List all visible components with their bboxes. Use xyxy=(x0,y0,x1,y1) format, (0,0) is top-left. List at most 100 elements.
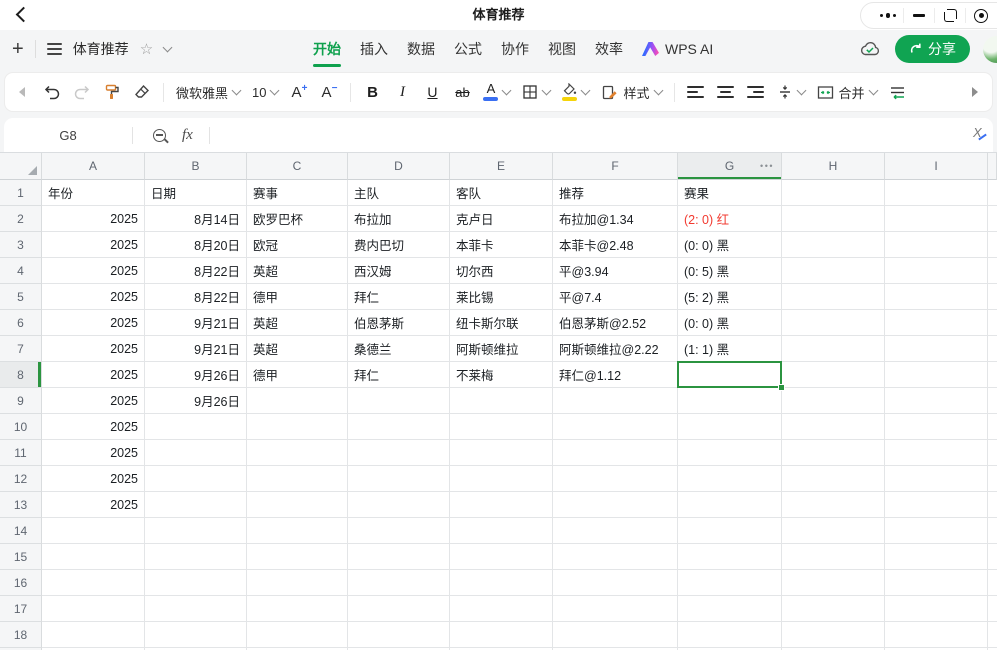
cell-A3[interactable]: 2025 xyxy=(42,232,145,258)
cell-D3[interactable]: 费内巴切 xyxy=(348,232,450,258)
cell-x14[interactable] xyxy=(988,518,997,544)
cell-C12[interactable] xyxy=(247,466,348,492)
cell-D8[interactable]: 拜仁 xyxy=(348,362,450,388)
cell-E11[interactable] xyxy=(450,440,553,466)
cell-C2[interactable]: 欧罗巴杯 xyxy=(247,206,348,232)
cell-C14[interactable] xyxy=(247,518,348,544)
cell-G11[interactable] xyxy=(678,440,782,466)
cell-G3[interactable]: (0: 0) 黑 xyxy=(678,232,782,258)
row-header-17[interactable]: 17 xyxy=(0,596,42,622)
insert-function-button[interactable]: fx xyxy=(182,127,193,144)
column-header-A[interactable]: A xyxy=(42,153,145,180)
cell-x9[interactable] xyxy=(988,388,997,414)
menu-tab-formula[interactable]: 公式 xyxy=(454,30,482,68)
cell-C13[interactable] xyxy=(247,492,348,518)
cell-x2[interactable] xyxy=(988,206,997,232)
cell-H1[interactable] xyxy=(782,180,885,206)
cell-B18[interactable] xyxy=(145,622,247,648)
cell-G7[interactable]: (1: 1) 黑 xyxy=(678,336,782,362)
cell-D10[interactable] xyxy=(348,414,450,440)
cell-F7[interactable]: 阿斯顿维拉@2.22 xyxy=(553,336,678,362)
cell-H7[interactable] xyxy=(782,336,885,362)
cell-D18[interactable] xyxy=(348,622,450,648)
row-header-18[interactable]: 18 xyxy=(0,622,42,648)
menu-tab-insert[interactable]: 插入 xyxy=(360,30,388,68)
menu-tab-collaborate[interactable]: 协作 xyxy=(501,30,529,68)
strikethrough-button[interactable]: ab xyxy=(453,78,471,106)
cell-A11[interactable]: 2025 xyxy=(42,440,145,466)
cell-x11[interactable] xyxy=(988,440,997,466)
cell-F13[interactable] xyxy=(553,492,678,518)
cell-B8[interactable]: 9月26日 xyxy=(145,362,247,388)
cell-G10[interactable] xyxy=(678,414,782,440)
cell-H17[interactable] xyxy=(782,596,885,622)
cell-H13[interactable] xyxy=(782,492,885,518)
cell-I3[interactable] xyxy=(885,232,988,258)
user-avatar[interactable] xyxy=(983,36,997,63)
menu-tab-data[interactable]: 数据 xyxy=(407,30,435,68)
cell-G8[interactable] xyxy=(678,362,782,388)
close-button[interactable] xyxy=(966,6,996,26)
menu-tab-efficiency[interactable]: 效率 xyxy=(595,30,623,68)
cell-D9[interactable] xyxy=(348,388,450,414)
cell-E13[interactable] xyxy=(450,492,553,518)
cell-E18[interactable] xyxy=(450,622,553,648)
cell-H14[interactable] xyxy=(782,518,885,544)
row-header-8[interactable]: 8 xyxy=(0,362,42,388)
cell-D4[interactable]: 西汉姆 xyxy=(348,258,450,284)
search-icon[interactable] xyxy=(153,129,166,142)
cell-H12[interactable] xyxy=(782,466,885,492)
cell-C5[interactable]: 德甲 xyxy=(247,284,348,310)
select-all-corner[interactable] xyxy=(0,153,42,180)
cell-F6[interactable]: 伯恩茅斯@2.52 xyxy=(553,310,678,336)
cell-I13[interactable] xyxy=(885,492,988,518)
column-options-button[interactable]: ••• xyxy=(760,161,774,171)
cloud-sync-icon[interactable] xyxy=(858,40,882,58)
cell-C10[interactable] xyxy=(247,414,348,440)
cell-x17[interactable] xyxy=(988,596,997,622)
cell-E16[interactable] xyxy=(450,570,553,596)
cell-G17[interactable] xyxy=(678,596,782,622)
cell-A18[interactable] xyxy=(42,622,145,648)
cell-B15[interactable] xyxy=(145,544,247,570)
cell-I11[interactable] xyxy=(885,440,988,466)
wrap-text-button[interactable] xyxy=(889,78,907,106)
menu-tab-view[interactable]: 视图 xyxy=(548,30,576,68)
column-header-D[interactable]: D xyxy=(348,153,450,180)
cell-F17[interactable] xyxy=(553,596,678,622)
italic-button[interactable]: I xyxy=(393,78,411,106)
row-header-16[interactable]: 16 xyxy=(0,570,42,596)
cell-F5[interactable]: 平@7.4 xyxy=(553,284,678,310)
cell-F4[interactable]: 平@3.94 xyxy=(553,258,678,284)
cell-A7[interactable]: 2025 xyxy=(42,336,145,362)
row-header-7[interactable]: 7 xyxy=(0,336,42,362)
cell-x6[interactable] xyxy=(988,310,997,336)
cell-D1[interactable]: 主队 xyxy=(348,180,450,206)
cell-B13[interactable] xyxy=(145,492,247,518)
cell-G14[interactable] xyxy=(678,518,782,544)
cell-E10[interactable] xyxy=(450,414,553,440)
cell-I4[interactable] xyxy=(885,258,988,284)
cell-B16[interactable] xyxy=(145,570,247,596)
cell-I17[interactable] xyxy=(885,596,988,622)
cell-F16[interactable] xyxy=(553,570,678,596)
cell-F14[interactable] xyxy=(553,518,678,544)
underline-button[interactable]: U xyxy=(423,78,441,106)
cell-E12[interactable] xyxy=(450,466,553,492)
cell-x16[interactable] xyxy=(988,570,997,596)
font-color-button[interactable]: A xyxy=(483,83,510,101)
borders-button[interactable] xyxy=(522,84,550,100)
cell-D2[interactable]: 布拉加 xyxy=(348,206,450,232)
menu-tab-start[interactable]: 开始 xyxy=(313,30,341,68)
menu-hamburger-icon[interactable] xyxy=(47,43,62,54)
cell-B3[interactable]: 8月20日 xyxy=(145,232,247,258)
cell-B6[interactable]: 9月21日 xyxy=(145,310,247,336)
column-header-G[interactable]: G••• xyxy=(678,153,782,180)
cell-F1[interactable]: 推荐 xyxy=(553,180,678,206)
cell-x18[interactable] xyxy=(988,622,997,648)
cell-H15[interactable] xyxy=(782,544,885,570)
cell-E15[interactable] xyxy=(450,544,553,570)
cell-A13[interactable]: 2025 xyxy=(42,492,145,518)
cell-x7[interactable] xyxy=(988,336,997,362)
workbook-tab-title[interactable]: 体育推荐 xyxy=(73,39,129,59)
